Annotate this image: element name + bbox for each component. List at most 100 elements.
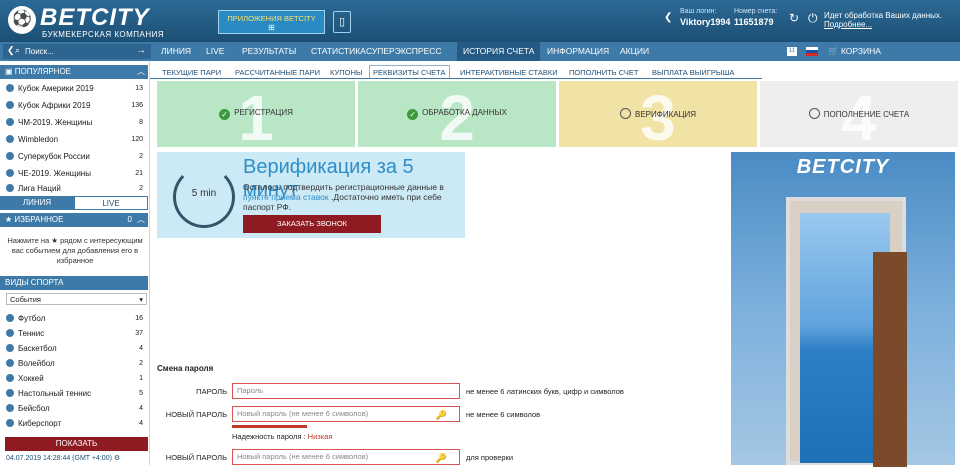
- list-item[interactable]: Суперкубок России 2: [6, 149, 146, 164]
- language-flag-icon[interactable]: [806, 47, 818, 56]
- list-item[interactable]: Волейбол 2: [6, 356, 146, 371]
- list-item[interactable]: Футбол 16: [6, 311, 146, 326]
- league-name: Суперкубок России: [18, 152, 90, 161]
- logout-icon[interactable]: ⏻: [808, 11, 818, 26]
- account-value: 11651879: [734, 17, 774, 27]
- list-item[interactable]: Баскетбол 4: [6, 341, 146, 356]
- sidebar: ▣ ПОПУЛЯРНОЕ ︿ Кубок Америки 2019 13 Кубок…: [0, 61, 150, 465]
- counter-badge[interactable]: 11: [787, 47, 797, 56]
- strength-bar: [232, 425, 307, 428]
- password-label: ПАРОЛЬ: [196, 387, 227, 396]
- strength-label: Надежность пароля :: [232, 432, 308, 441]
- show-button[interactable]: ПОКАЗАТЬ: [5, 437, 148, 451]
- ad-banner[interactable]: BETCITY: [731, 152, 955, 467]
- step-label-text: РЕГИСТРАЦИЯ: [234, 108, 293, 117]
- subnav-divider: [150, 78, 762, 79]
- league-name: ЧЕ-2019. Женщины: [18, 169, 91, 178]
- chevron-up-icon[interactable]: ︿: [137, 213, 145, 227]
- refresh-icon[interactable]: ↻: [789, 11, 799, 25]
- field-placeholder: Пароль: [237, 386, 264, 395]
- events-select[interactable]: События ▾: [6, 293, 147, 305]
- ball-icon: [6, 135, 14, 143]
- password-section-title: Смена пароля: [157, 364, 214, 373]
- step-label: ✓ РЕГИСТРАЦИЯ: [157, 108, 355, 120]
- favorites-count: 0: [127, 215, 132, 224]
- sport-name: Бейсбол: [18, 404, 50, 413]
- step-label-text: ВЕРИФИКАЦИЯ: [634, 110, 697, 119]
- tab-live[interactable]: LIVE: [74, 196, 148, 210]
- list-item[interactable]: Теннис 37: [6, 326, 146, 341]
- password-strength: Надежность пароля : Низкая: [232, 432, 332, 441]
- list-item[interactable]: Кубок Америки 2019 13: [6, 81, 146, 96]
- chevron-down-icon: ▾: [139, 295, 143, 304]
- current-password-field[interactable]: Пароль: [232, 383, 460, 399]
- key-icon[interactable]: 🔑: [436, 451, 447, 465]
- step-label-text: ПОПОЛНЕНИЕ СЧЕТА: [823, 110, 910, 119]
- nav-results[interactable]: РЕЗУЛЬТАТЫ: [236, 42, 302, 61]
- list-item[interactable]: Настольный теннис 5: [6, 386, 146, 401]
- league-count: 13: [135, 85, 143, 92]
- account-label: Номер счета:: [734, 8, 778, 15]
- list-item[interactable]: Хоккей 1: [6, 371, 146, 386]
- nav-line[interactable]: ЛИНИЯ: [155, 42, 197, 61]
- nav-live[interactable]: LIVE: [200, 42, 230, 61]
- new-password-hint: не менее 6 символов: [466, 410, 541, 419]
- nav-superexpress[interactable]: СУПЕРЭКСПРЕСС: [360, 42, 448, 61]
- football-icon: [6, 314, 14, 322]
- clock-icon: [808, 108, 820, 119]
- sport-name: Футбол: [18, 314, 46, 323]
- nav-account-history[interactable]: ИСТОРИЯ СЧЕТА: [457, 42, 541, 61]
- step-label-text: ОБРАБОТКА ДАННЫХ: [422, 108, 507, 117]
- notice-link[interactable]: Подробнее...: [824, 20, 942, 29]
- new-password-field[interactable]: Новый пароль (не менее 6 символов) 🔑: [232, 406, 460, 422]
- apps-button[interactable]: ПРИЛОЖЕНИЯ BETCITY ⊞: [218, 10, 325, 34]
- nav-promotions[interactable]: АКЦИИ: [614, 42, 655, 61]
- confirm-password-field[interactable]: Новый пароль (не менее 6 символов) 🔑: [232, 449, 460, 465]
- events-select-value: События: [10, 295, 41, 304]
- ball-icon: [6, 184, 14, 192]
- mobile-phone-icon[interactable]: ▯: [333, 11, 351, 33]
- search-box[interactable]: ❮ ⌕ Поиск... →: [3, 44, 151, 59]
- door-leaf-image: [873, 252, 907, 467]
- betcity-logo[interactable]: ⚽ BETCITY БУКМЕКЕРСКАЯ КОМПАНИЯ: [8, 4, 173, 39]
- key-icon[interactable]: 🔑: [436, 408, 447, 422]
- arrow-right-icon[interactable]: →: [136, 45, 146, 56]
- tab-line[interactable]: ЛИНИЯ: [0, 196, 74, 210]
- cart-button[interactable]: 🛒 КОРЗИНА: [828, 42, 881, 61]
- betting-point-link[interactable]: пункте приема ставок: [243, 192, 329, 202]
- subnav-account-details[interactable]: РЕКВИЗИТЫ СЧЕТА: [369, 65, 450, 78]
- list-item[interactable]: Wimbledon 120: [6, 132, 146, 147]
- sport-name: Настольный теннис: [18, 389, 92, 398]
- table-tennis-icon: [6, 389, 14, 397]
- chevron-left-icon[interactable]: ❮: [7, 45, 15, 56]
- chevron-up-icon[interactable]: ︿: [137, 65, 145, 79]
- favorites-header: ★ ИЗБРАННОЕ 0 ︿: [0, 213, 148, 227]
- sport-count: 4: [139, 420, 143, 427]
- top-header: ⚽ BETCITY БУКМЕКЕРСКАЯ КОМПАНИЯ ПРИЛОЖЕН…: [0, 0, 960, 42]
- list-item[interactable]: ЧМ-2019. Женщины 8: [6, 115, 146, 130]
- verification-banner: 5 min Верификация за 5 минут Осталось по…: [157, 152, 465, 238]
- ball-icon: [6, 169, 14, 177]
- list-item[interactable]: Киберспорт 4: [6, 416, 146, 431]
- list-item[interactable]: Лига Наций 2: [6, 181, 146, 196]
- sport-name: Хоккей: [18, 374, 44, 383]
- hockey-icon: [6, 374, 14, 382]
- league-count: 136: [131, 102, 143, 109]
- nav-information[interactable]: ИНФОРМАЦИЯ: [541, 42, 615, 61]
- line-live-tabs: ЛИНИЯ LIVE: [0, 196, 148, 210]
- chevron-left-icon[interactable]: ❮: [664, 12, 672, 23]
- login-value: Viktory1994: [680, 17, 731, 27]
- cart-icon: 🛒: [828, 46, 841, 56]
- sport-count: 4: [139, 345, 143, 352]
- account-block: Номер счета: 11651879: [734, 7, 777, 27]
- list-item[interactable]: Бейсбол 4: [6, 401, 146, 416]
- gear-icon[interactable]: ⚙: [114, 455, 120, 462]
- list-item[interactable]: Кубок Африки 2019 136: [6, 98, 146, 113]
- list-item[interactable]: ЧЕ-2019. Женщины 21: [6, 166, 146, 181]
- request-call-button[interactable]: ЗАКАЗАТЬ ЗВОНОК: [243, 215, 381, 233]
- sport-name: Волейбол: [18, 359, 55, 368]
- step-deposit: 4 ПОПОЛНЕНИЕ СЧЕТА: [760, 81, 958, 154]
- search-input[interactable]: Поиск...: [25, 47, 54, 56]
- processing-notice: Идет обработка Ваших данных. Подробнее...: [824, 11, 942, 29]
- new-password-label: НОВЫЙ ПАРОЛЬ: [165, 410, 227, 419]
